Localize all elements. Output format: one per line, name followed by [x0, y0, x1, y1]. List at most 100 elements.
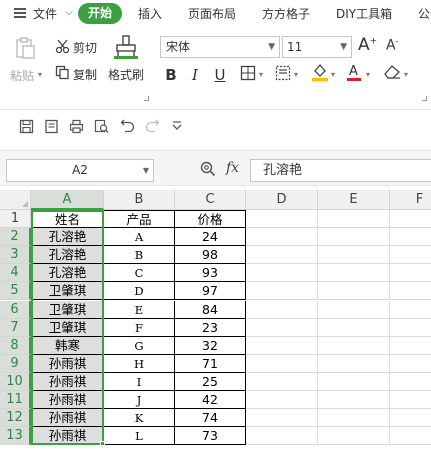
cell-f5[interactable] [390, 282, 431, 301]
font-name-select[interactable]: 宋体 ▼ [160, 36, 280, 58]
cell-b12[interactable]: K [104, 409, 175, 428]
row-header[interactable]: 1 [0, 210, 31, 228]
cell-c5[interactable]: 97 [175, 282, 246, 301]
formula-input[interactable]: 孔溶艳 [250, 159, 431, 182]
fill-color-icon[interactable] [311, 62, 329, 82]
paste-icon[interactable] [13, 36, 37, 60]
cell-c12[interactable]: 74 [175, 409, 246, 428]
cell-a13[interactable]: 孙雨祺 [31, 427, 104, 446]
decrease-font-icon[interactable]: A- [386, 37, 398, 54]
menu-fangfang-grid[interactable]: 方方格子 [262, 0, 310, 28]
row-header[interactable]: 11 [0, 391, 31, 409]
cell-d8[interactable] [246, 336, 318, 355]
copy-button[interactable]: 复制 [73, 66, 97, 83]
undo-icon[interactable] [120, 119, 135, 134]
menu-page-layout[interactable]: 页面布局 [188, 0, 236, 28]
menu-insert[interactable]: 插入 [138, 0, 162, 28]
column-header-f[interactable]: F [390, 190, 431, 210]
eraser-icon[interactable] [383, 64, 401, 80]
increase-font-icon[interactable]: A+ [358, 35, 377, 55]
cell-a3[interactable]: 孔溶艳 [31, 246, 104, 265]
cell-b5[interactable]: D [104, 282, 175, 301]
cell-d3[interactable] [246, 246, 318, 265]
cell-e8[interactable] [318, 336, 390, 355]
italic-icon[interactable]: I [187, 66, 203, 84]
spreadsheet-grid[interactable]: A B C D E F 1 姓名 产品 价格 2 孔溶艳 A 24 3 孔溶艳 B 98 4 孔溶艳 C 93 5 卫肇琪 D 9… [0, 190, 431, 451]
cell-f13[interactable] [390, 427, 431, 446]
row-header[interactable]: 10 [0, 372, 31, 391]
cell-d7[interactable] [246, 318, 318, 337]
row-header[interactable]: 13 [0, 427, 31, 446]
cell-a7[interactable]: 卫肇琪 [31, 318, 104, 337]
row-header[interactable]: 7 [0, 318, 31, 337]
cell-d5[interactable] [246, 282, 318, 301]
cell-c6[interactable]: 84 [175, 300, 246, 319]
redo-icon[interactable] [145, 119, 160, 134]
cell-c7[interactable]: 23 [175, 318, 246, 337]
cell-a4[interactable]: 孔溶艳 [31, 264, 104, 283]
format-painter-icon[interactable] [114, 34, 138, 60]
cell-b13[interactable]: L [104, 427, 175, 446]
fill-handle[interactable] [100, 441, 105, 446]
cell-b1[interactable]: 产品 [104, 210, 175, 228]
cell-a5[interactable]: 卫肇琪 [31, 282, 104, 301]
border-icon[interactable] [240, 65, 256, 81]
name-box[interactable]: A2 ▼ [6, 159, 154, 182]
font-size-select[interactable]: 11 ▼ [282, 36, 352, 58]
cell-b10[interactable]: I [104, 372, 175, 391]
cell-e6[interactable] [318, 300, 390, 319]
cell-d1[interactable] [246, 210, 318, 228]
cell-a1[interactable]: 姓名 [31, 210, 104, 228]
row-header[interactable]: 6 [0, 300, 31, 319]
print-icon[interactable] [69, 119, 84, 134]
cell-b7[interactable]: F [104, 318, 175, 337]
cell-e12[interactable] [318, 409, 390, 428]
clipboard-group-launcher-icon[interactable] [144, 96, 149, 101]
format-painter-button[interactable]: 格式刷 [108, 66, 144, 83]
export-pdf-icon[interactable] [44, 119, 59, 134]
cell-a2[interactable]: 孔溶艳 [31, 228, 104, 247]
font-color-icon[interactable]: A [346, 62, 362, 82]
cell-b2[interactable]: A [104, 228, 175, 247]
row-header[interactable]: 3 [0, 246, 31, 265]
cell-c9[interactable]: 71 [175, 354, 246, 373]
cell-f1[interactable] [390, 210, 431, 228]
clear-dropdown-icon[interactable]: ▾ [404, 70, 408, 79]
paste-dropdown-icon[interactable]: ▾ [38, 70, 42, 79]
menu-diy-toolbox[interactable]: DIY工具箱 [336, 0, 392, 28]
cell-f2[interactable] [390, 228, 431, 247]
select-all-corner[interactable] [0, 190, 31, 210]
cell-f3[interactable] [390, 246, 431, 265]
cell-e3[interactable] [318, 246, 390, 265]
menu-formula[interactable]: 公 [418, 0, 430, 28]
print-preview-icon[interactable] [94, 119, 109, 134]
cell-d6[interactable] [246, 300, 318, 319]
cell-e5[interactable] [318, 282, 390, 301]
cell-f8[interactable] [390, 337, 431, 355]
cell-b11[interactable]: J [104, 391, 175, 409]
column-header-d[interactable]: D [246, 190, 318, 210]
font-group-launcher-icon[interactable] [422, 96, 427, 101]
cell-c1[interactable]: 价格 [175, 210, 246, 228]
cell-f7[interactable] [390, 319, 431, 337]
cell-d11[interactable] [246, 391, 318, 409]
cell-e7[interactable] [318, 318, 390, 337]
cell-f10[interactable] [390, 373, 431, 391]
cell-a11[interactable]: 孙雨祺 [31, 391, 104, 409]
scissors-icon[interactable] [55, 39, 70, 54]
cell-a10[interactable]: 孙雨祺 [31, 372, 104, 391]
cell-f11[interactable] [390, 391, 431, 409]
cell-e4[interactable] [318, 264, 390, 283]
cell-e10[interactable] [318, 372, 390, 391]
cell-d10[interactable] [246, 372, 318, 391]
cell-f6[interactable] [390, 301, 431, 319]
cell-a9[interactable]: 孙雨祺 [31, 354, 104, 373]
zoom-search-icon[interactable] [200, 161, 216, 177]
copy-icon[interactable] [55, 65, 70, 80]
row-header[interactable]: 2 [0, 228, 31, 247]
row-header[interactable]: 12 [0, 409, 31, 428]
cell-e1[interactable] [318, 210, 390, 228]
save-icon[interactable] [19, 119, 34, 134]
cell-e13[interactable] [318, 427, 390, 446]
font-color-dropdown-icon[interactable]: ▾ [366, 70, 370, 79]
